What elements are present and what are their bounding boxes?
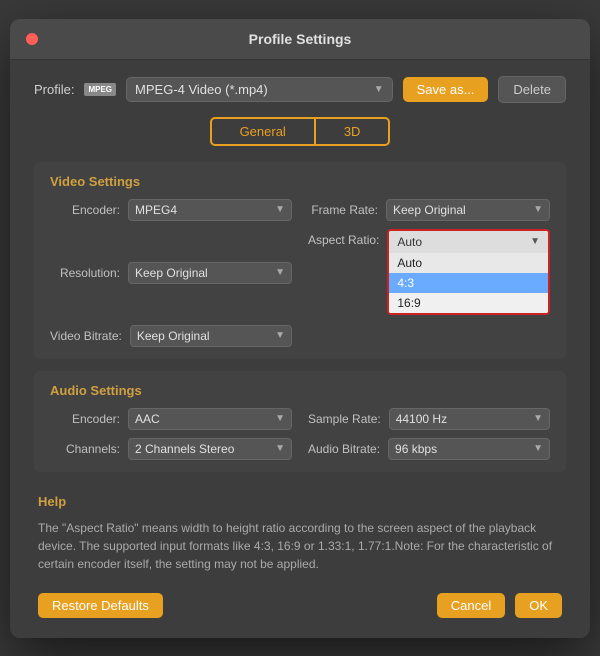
help-text: The "Aspect Ratio" means width to height…: [38, 519, 562, 573]
tab-general[interactable]: General: [210, 117, 315, 146]
audio-settings-section: Audio Settings Encoder: AAC ▼ Sample Rat…: [34, 371, 566, 472]
encoder-value: MPEG4: [135, 203, 177, 217]
audio-bitrate-row: Audio Bitrate: 96 kbps ▼: [308, 438, 550, 460]
audio-bitrate-select[interactable]: 96 kbps ▼: [388, 438, 550, 460]
video-bitrate-select[interactable]: Keep Original ▼: [130, 325, 292, 347]
resolution-value: Keep Original: [135, 266, 208, 280]
sample-rate-row: Sample Rate: 44100 Hz ▼: [308, 408, 550, 430]
dropdown-option-4-3[interactable]: 4:3: [389, 273, 548, 293]
chevron-up-icon: ▼: [530, 236, 540, 247]
video-bitrate-value: Keep Original: [137, 329, 210, 343]
help-section: Help The "Aspect Ratio" means width to h…: [34, 484, 566, 577]
dropdown-auto-label: Auto: [397, 235, 422, 249]
resolution-select[interactable]: Keep Original ▼: [128, 262, 292, 284]
window-title: Profile Settings: [249, 31, 352, 47]
chevron-down-icon: ▼: [275, 204, 285, 215]
audio-bitrate-label: Audio Bitrate:: [308, 442, 380, 456]
resolution-label: Resolution:: [50, 266, 120, 280]
profile-row: Profile: MPEG MPEG-4 Video (*.mp4) ▼ Sav…: [34, 76, 566, 103]
dropdown-option-auto-top[interactable]: Auto ▼: [389, 231, 548, 253]
frame-rate-value: Keep Original: [393, 203, 466, 217]
channels-label: Channels:: [50, 442, 120, 456]
frame-rate-row: Frame Rate: Keep Original ▼: [308, 199, 550, 221]
profile-settings-window: Profile Settings Profile: MPEG MPEG-4 Vi…: [10, 19, 590, 638]
audio-settings-header: Audio Settings: [50, 383, 550, 398]
chevron-down-icon: ▼: [275, 330, 285, 341]
chevron-down-icon: ▼: [275, 413, 285, 424]
frame-rate-label: Frame Rate:: [308, 203, 378, 217]
titlebar: Profile Settings: [10, 19, 590, 60]
encoder-label: Encoder:: [50, 203, 120, 217]
empty-cell: [308, 325, 550, 347]
sample-rate-value: 44100 Hz: [396, 412, 447, 426]
tabs-container: General 3D: [34, 117, 566, 146]
sample-rate-label: Sample Rate:: [308, 412, 381, 426]
dropdown-option-auto[interactable]: Auto: [389, 253, 548, 273]
chevron-down-icon: ▼: [533, 413, 543, 424]
sample-rate-select[interactable]: 44100 Hz ▼: [389, 408, 550, 430]
window-content: Profile: MPEG MPEG-4 Video (*.mp4) ▼ Sav…: [10, 60, 590, 638]
profile-select-value: MPEG-4 Video (*.mp4): [135, 82, 268, 97]
dropdown-option-16-9[interactable]: 16:9: [389, 293, 548, 313]
chevron-down-icon: ▼: [533, 204, 543, 215]
audio-encoder-row: Encoder: AAC ▼: [50, 408, 292, 430]
aspect-ratio-label: Aspect Ratio:: [308, 229, 379, 247]
audio-encoder-select[interactable]: AAC ▼: [128, 408, 292, 430]
bottom-bar: Restore Defaults Cancel OK: [34, 593, 566, 618]
bottom-right-buttons: Cancel OK: [437, 593, 562, 618]
chevron-down-icon: ▼: [374, 84, 384, 95]
audio-encoder-value: AAC: [135, 412, 160, 426]
profile-label: Profile:: [34, 82, 74, 97]
encoder-select[interactable]: MPEG4 ▼: [128, 199, 292, 221]
chevron-down-icon: ▼: [275, 267, 285, 278]
audio-settings-grid: Encoder: AAC ▼ Sample Rate: 44100 Hz ▼ C…: [50, 408, 550, 460]
chevron-down-icon: ▼: [275, 443, 285, 454]
channels-row: Channels: 2 Channels Stereo ▼: [50, 438, 292, 460]
channels-value: 2 Channels Stereo: [135, 442, 234, 456]
chevron-down-icon: ▼: [533, 443, 543, 454]
video-bitrate-row: Video Bitrate: Keep Original ▼: [50, 325, 292, 347]
help-header: Help: [38, 494, 562, 509]
video-bitrate-label: Video Bitrate:: [50, 329, 122, 343]
encoder-row: Encoder: MPEG4 ▼: [50, 199, 292, 221]
mpeg-icon: MPEG: [84, 83, 116, 96]
profile-select[interactable]: MPEG-4 Video (*.mp4) ▼: [126, 77, 393, 102]
save-as-button[interactable]: Save as...: [403, 77, 489, 102]
tab-3d[interactable]: 3D: [315, 117, 391, 146]
ok-button[interactable]: OK: [515, 593, 562, 618]
channels-select[interactable]: 2 Channels Stereo ▼: [128, 438, 292, 460]
video-settings-header: Video Settings: [50, 174, 550, 189]
audio-bitrate-value: 96 kbps: [395, 442, 437, 456]
cancel-button[interactable]: Cancel: [437, 593, 505, 618]
close-button[interactable]: [26, 33, 38, 45]
video-settings-grid: Encoder: MPEG4 ▼ Frame Rate: Keep Origin…: [50, 199, 550, 347]
delete-button[interactable]: Delete: [498, 76, 566, 103]
resolution-row: Resolution: Keep Original ▼: [50, 229, 292, 317]
aspect-ratio-container: Auto ▼ Auto 4:3: [387, 229, 550, 317]
aspect-ratio-row: Aspect Ratio: Auto ▼ Auto: [308, 229, 550, 317]
restore-defaults-button[interactable]: Restore Defaults: [38, 593, 163, 618]
frame-rate-select[interactable]: Keep Original ▼: [386, 199, 550, 221]
audio-encoder-label: Encoder:: [50, 412, 120, 426]
video-settings-section: Video Settings Encoder: MPEG4 ▼ Frame Ra…: [34, 162, 566, 359]
